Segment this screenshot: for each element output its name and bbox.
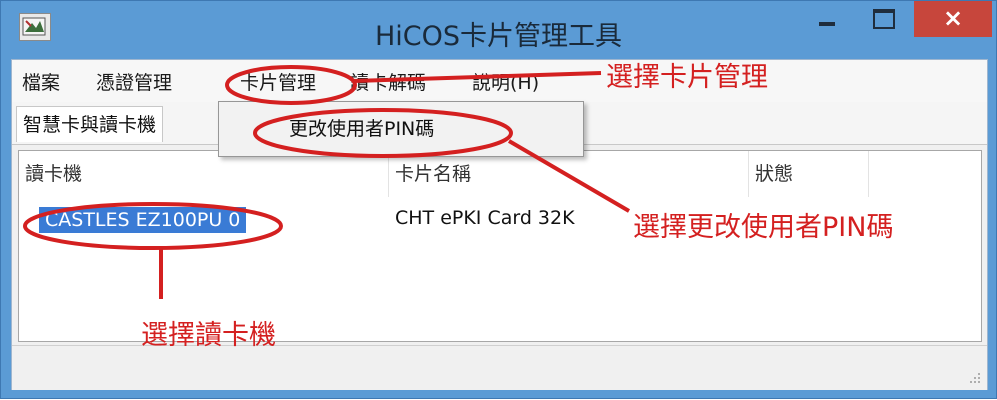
highlight-ellipse-reader (23, 202, 283, 250)
annotation-select-card-management: 選擇卡片管理 (606, 62, 768, 93)
arrow-to-card-management (352, 71, 602, 83)
annotation-select-reader: 選擇讀卡機 (141, 320, 276, 351)
arrow-to-change-pin (507, 139, 631, 213)
annotation-select-change-pin: 選擇更改使用者PIN碼 (633, 212, 894, 243)
app-window: HiCOS卡片管理工具 × 檔案 憑證管理 卡片管理 讀卡解碼 說明(H) 智慧… (0, 0, 997, 399)
highlight-ellipse-card-management (225, 65, 357, 105)
highlight-ellipse-change-pin (253, 108, 513, 158)
